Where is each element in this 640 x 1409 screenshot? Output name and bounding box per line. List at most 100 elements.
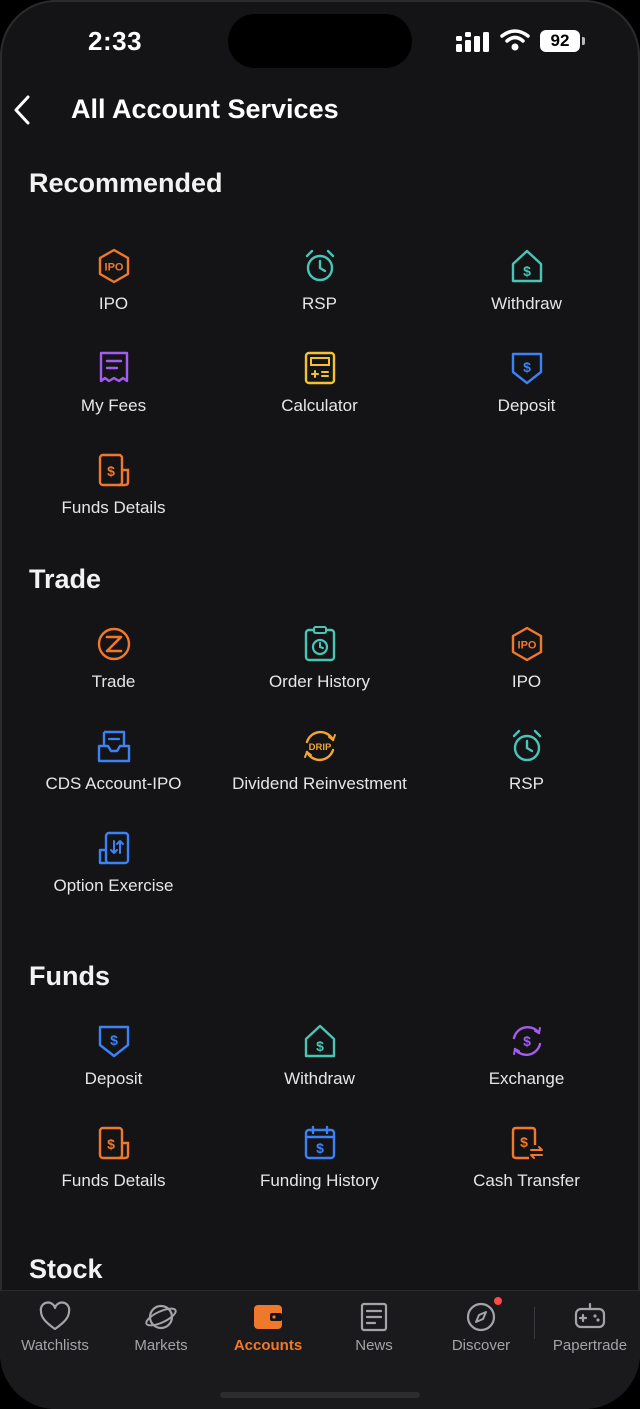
svg-text:IPO: IPO xyxy=(105,262,124,274)
house-dollar-icon: $ xyxy=(511,249,543,283)
svg-text:$: $ xyxy=(523,359,531,375)
tab-accounts[interactable]: Accounts xyxy=(215,1301,321,1371)
house-dollar-icon: $ xyxy=(304,1024,336,1058)
service-calculator[interactable]: Calculator xyxy=(213,350,426,452)
service-label: Cash Transfer xyxy=(473,1171,580,1190)
service-rsp[interactable]: RSP xyxy=(420,728,633,830)
service-label: Funding History xyxy=(259,1171,380,1190)
svg-text:IPO: IPO xyxy=(518,640,537,652)
service-label: Withdraw xyxy=(284,1069,355,1088)
tab-markets[interactable]: Markets xyxy=(108,1301,214,1371)
home-indicator xyxy=(220,1392,420,1398)
tab-divider xyxy=(534,1307,535,1339)
signal-icon xyxy=(456,32,489,52)
nav-header: All Account Services xyxy=(0,80,640,140)
service-label: CDS Account-IPO xyxy=(45,774,182,793)
service-label: Funds Details xyxy=(61,498,166,517)
service-label: IPO xyxy=(511,672,542,691)
service-deposit[interactable]: $ Deposit xyxy=(7,1023,220,1125)
option-arrows-icon xyxy=(98,831,130,865)
service-label: Trade xyxy=(91,672,136,691)
service-deposit[interactable]: $ Deposit xyxy=(420,350,633,452)
service-withdraw[interactable]: $ Withdraw xyxy=(213,1023,426,1125)
service-rsp[interactable]: RSP xyxy=(213,248,426,350)
tab-label: News xyxy=(355,1337,393,1354)
calculator-icon xyxy=(304,351,336,385)
service-label: RSP xyxy=(302,294,337,313)
exchange-icon: $ xyxy=(512,1026,542,1056)
tab-label: Papertrade xyxy=(552,1337,628,1354)
phone-screen: 2:33 92 All Account Services Recommended… xyxy=(0,0,640,1409)
shield-dollar-icon: $ xyxy=(511,352,543,385)
svg-text:$: $ xyxy=(523,263,531,279)
service-label: Deposit xyxy=(497,396,556,415)
shield-dollar-icon: $ xyxy=(98,1025,130,1058)
service-label: IPO xyxy=(98,294,129,313)
service-option-exercise[interactable]: Option Exercise xyxy=(7,830,220,932)
svg-text:$: $ xyxy=(520,1134,528,1150)
service-funds-details[interactable]: $ Funds Details xyxy=(7,452,220,554)
news-icon xyxy=(360,1302,388,1332)
document-dollar-icon: $ xyxy=(98,453,130,487)
service-order-history[interactable]: Order History xyxy=(213,626,426,728)
status-bar: 2:33 92 xyxy=(0,0,640,80)
ipo-icon: IPO xyxy=(511,626,543,662)
tab-label: Accounts xyxy=(233,1337,303,1354)
service-cash-transfer[interactable]: $ Cash Transfer xyxy=(420,1125,633,1227)
service-trade[interactable]: Trade xyxy=(7,626,220,728)
back-chevron-icon[interactable] xyxy=(10,94,36,126)
drip-icon: DRIP xyxy=(304,730,336,762)
service-withdraw[interactable]: $ Withdraw xyxy=(420,248,633,350)
svg-text:$: $ xyxy=(107,463,115,479)
svg-text:DRIP: DRIP xyxy=(309,742,332,753)
section-title: Trade xyxy=(29,564,102,594)
section-title: Recommended xyxy=(29,168,223,198)
service-funding-history[interactable]: $ Funding History xyxy=(213,1125,426,1227)
battery-indicator: 92 xyxy=(540,30,586,54)
svg-text:$: $ xyxy=(316,1038,324,1054)
section-title: Funds xyxy=(29,961,110,991)
service-my-fees[interactable]: My Fees xyxy=(7,350,220,452)
cash-transfer-icon: $ xyxy=(511,1126,543,1160)
dynamic-island xyxy=(228,14,412,68)
service-ipo[interactable]: IPO IPO xyxy=(420,626,633,728)
service-label: Dividend Reinvestment xyxy=(232,774,407,793)
tab-label: Watchlists xyxy=(21,1337,89,1354)
wallet-icon xyxy=(254,1305,282,1329)
compass-icon xyxy=(466,1302,496,1332)
tab-watchlists[interactable]: Watchlists xyxy=(2,1301,108,1371)
service-label: Exchange xyxy=(488,1069,565,1088)
wifi-icon xyxy=(500,29,530,51)
section-title: Stock xyxy=(29,1254,103,1284)
status-time: 2:33 xyxy=(88,26,143,56)
battery-level: 92 xyxy=(540,30,580,52)
receipt-icon xyxy=(99,351,129,383)
calendar-dollar-icon: $ xyxy=(304,1125,336,1160)
service-label: My Fees xyxy=(80,396,147,415)
service-label: Funds Details xyxy=(61,1171,166,1190)
service-label: Calculator xyxy=(281,396,358,415)
service-funds-details[interactable]: $ Funds Details xyxy=(7,1125,220,1227)
alarm-clock-icon xyxy=(512,729,542,762)
tab-label: Discover xyxy=(451,1337,511,1354)
tab-news[interactable]: News xyxy=(321,1301,427,1371)
service-ipo[interactable]: IPO IPO xyxy=(7,248,220,350)
tab-label: Markets xyxy=(134,1337,188,1354)
heart-icon xyxy=(39,1301,71,1331)
service-label: Order History xyxy=(268,672,371,691)
service-cds-account-ipo[interactable]: CDS Account-IPO xyxy=(7,728,220,830)
alarm-clock-icon xyxy=(305,249,335,282)
tab-papertrade[interactable]: Papertrade xyxy=(537,1301,640,1371)
service-dividend-reinvestment[interactable]: DRIP Dividend Reinvestment xyxy=(213,728,426,830)
tab-discover[interactable]: Discover xyxy=(428,1297,534,1371)
svg-text:$: $ xyxy=(110,1032,118,1048)
document-dollar-icon: $ xyxy=(98,1126,130,1160)
svg-text:$: $ xyxy=(523,1033,531,1049)
services-list[interactable]: Recommended IPO IPO RSP $ Withdraw My Fe… xyxy=(0,150,640,1290)
service-label: Option Exercise xyxy=(53,876,174,895)
service-exchange[interactable]: $ Exchange xyxy=(420,1023,633,1125)
notification-badge xyxy=(494,1297,502,1305)
gamepad-icon xyxy=(574,1302,606,1329)
ipo-icon: IPO xyxy=(98,248,130,284)
service-label: Deposit xyxy=(84,1069,143,1088)
